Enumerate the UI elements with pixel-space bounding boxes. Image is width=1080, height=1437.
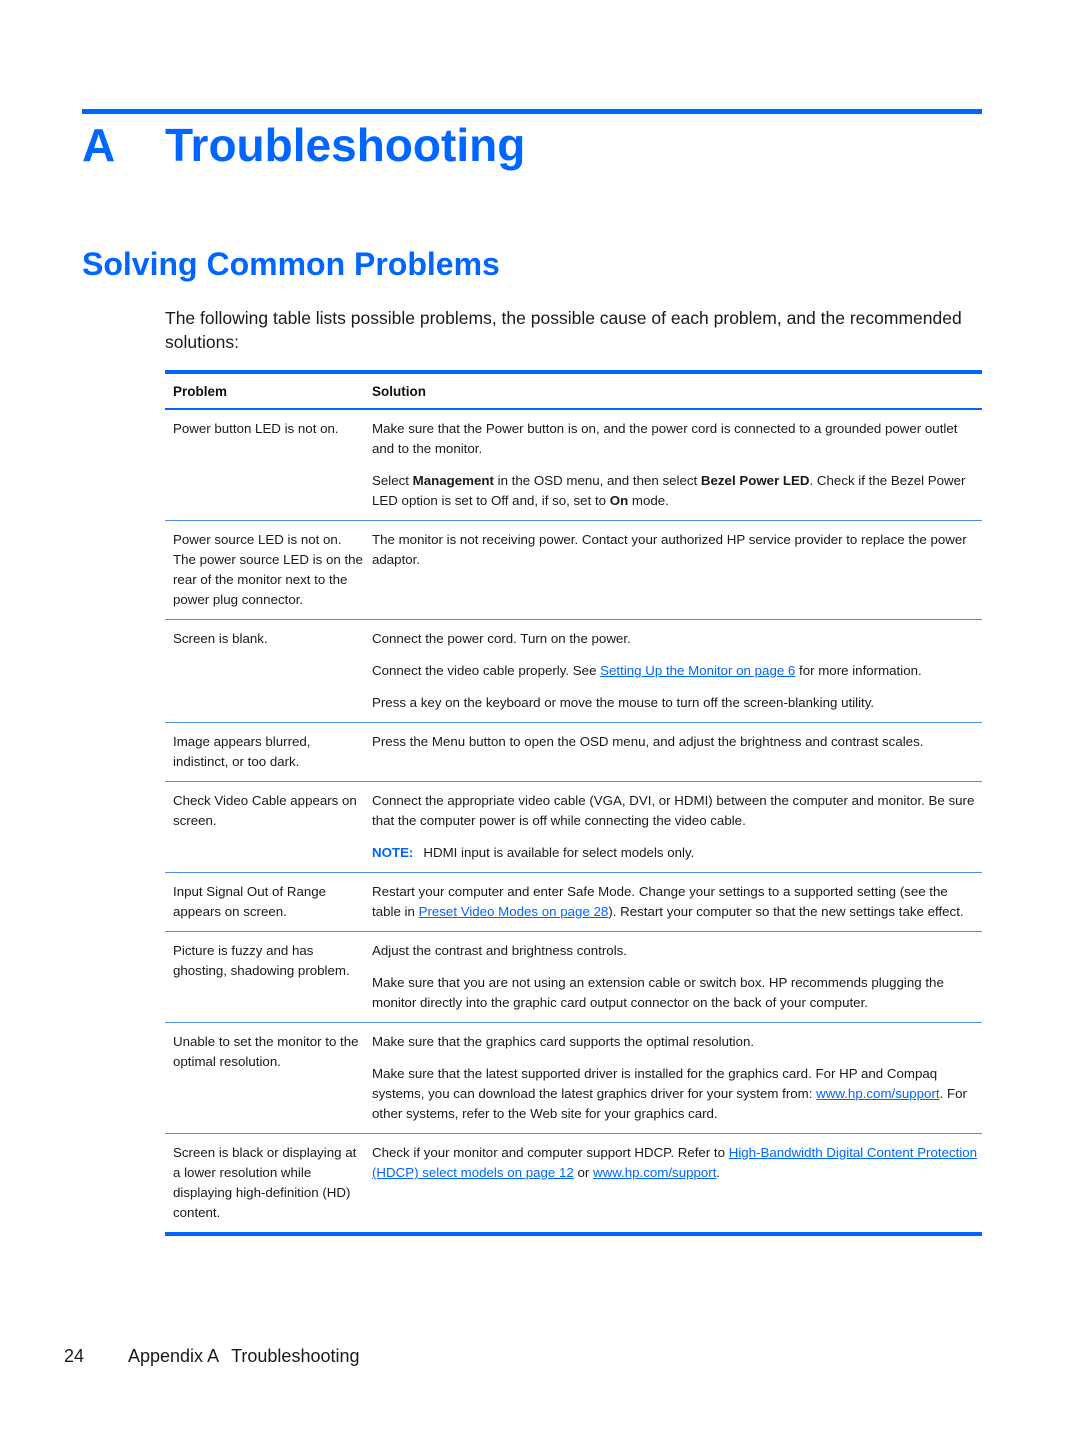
problem-cell: Screen is blank. (173, 631, 268, 646)
bold-term: On (609, 493, 629, 508)
problem-cell: Image appears blurred, indistinct, or to… (173, 734, 311, 769)
chapter-title-text: Troubleshooting (165, 119, 526, 171)
text-run: Connect the video cable properly. See (372, 663, 601, 678)
preset-video-modes-link[interactable]: Preset Video Modes on page 28 (419, 904, 609, 919)
solution-cell: Connect the power cord. Turn on the powe… (369, 629, 982, 713)
note-label: NOTE: (372, 845, 414, 860)
chapter-letter: A (82, 119, 116, 171)
solution-text: Check if your monitor and computer suppo… (372, 1143, 978, 1183)
solution-text: Press the Menu button to open the OSD me… (372, 734, 924, 749)
solution-text: Restart your computer and enter Safe Mod… (372, 882, 978, 922)
solution-text: Make sure that the graphics card support… (372, 1034, 755, 1049)
bold-term: Bezel Power LED (700, 473, 810, 488)
solution-text: Select Management in the OSD menu, and t… (372, 471, 978, 511)
setting-up-monitor-link[interactable]: Setting Up the Monitor on page 6 (600, 663, 795, 678)
problem-cell: Unable to set the monitor to the optimal… (173, 1034, 359, 1069)
page-number: 24 (64, 1346, 85, 1366)
solution-text: Make sure that the Power button is on, a… (372, 421, 958, 456)
solution-cell: Adjust the contrast and brightness contr… (369, 941, 982, 1013)
problem-cell: Screen is black or displaying at a lower… (173, 1145, 357, 1220)
table-header: Problem Solution (165, 374, 982, 410)
note: NOTE: HDMI input is available for select … (372, 843, 978, 863)
hp-support-link[interactable]: www.hp.com/support (593, 1165, 716, 1180)
table-row: Image appears blurred, indistinct, or to… (165, 723, 982, 782)
solution-text: Make sure that the latest supported driv… (372, 1064, 978, 1124)
solution-cell: Check if your monitor and computer suppo… (369, 1143, 982, 1223)
text-run: or (573, 1165, 593, 1180)
solution-text: Connect the power cord. Turn on the powe… (372, 631, 631, 646)
text-run: . (716, 1165, 721, 1180)
solution-cell: Make sure that the graphics card support… (369, 1032, 982, 1124)
problem-cell: Picture is fuzzy and has ghosting, shado… (173, 943, 350, 978)
text-run: Check if your monitor and computer suppo… (372, 1145, 729, 1160)
solution-cell: The monitor is not receiving power. Cont… (369, 530, 982, 610)
problem-cell: Input Signal Out of Range appears on scr… (173, 884, 327, 919)
chapter-title: A Troubleshooting (82, 118, 525, 172)
solution-cell: Press the Menu button to open the OSD me… (369, 732, 982, 772)
table-row: Power source LED is not on. The power so… (165, 521, 982, 620)
troubleshooting-table: Problem Solution Power button LED is not… (165, 370, 982, 1236)
solution-cell: Make sure that the Power button is on, a… (369, 419, 982, 511)
section-title: Solving Common Problems (82, 246, 500, 282)
problem-cell: Power source LED is not on. The power so… (173, 532, 363, 607)
text-run: in the OSD menu, and then select (493, 473, 701, 488)
note-text: HDMI input is available for select model… (423, 845, 695, 860)
solution-cell: Restart your computer and enter Safe Mod… (369, 882, 982, 922)
text-run: Select (372, 473, 413, 488)
table-row: Unable to set the monitor to the optimal… (165, 1023, 982, 1134)
table-row: Power button LED is not on. Make sure th… (165, 410, 982, 521)
header-problem: Problem (173, 383, 228, 399)
solution-text: Adjust the contrast and brightness contr… (372, 943, 627, 958)
solution-text: Connect the video cable properly. See Se… (372, 661, 978, 681)
footer-title: Troubleshooting (231, 1346, 360, 1366)
page-footer: 24 Appendix A Troubleshooting (64, 1346, 360, 1367)
text-run: mode. (628, 493, 669, 508)
header-solution: Solution (372, 383, 426, 399)
problem-cell: Check Video Cable appears on screen. (173, 793, 357, 828)
solution-text: Connect the appropriate video cable (VGA… (372, 793, 975, 828)
table-row: Check Video Cable appears on screen. Con… (165, 782, 982, 873)
footer-appendix: Appendix A (128, 1346, 220, 1366)
table-row: Input Signal Out of Range appears on scr… (165, 873, 982, 932)
intro-paragraph: The following table lists possible probl… (165, 308, 962, 352)
solution-text: Make sure that you are not using an exte… (372, 975, 944, 1010)
text-run: ). Restart your computer so that the new… (608, 904, 964, 919)
solution-cell: Connect the appropriate video cable (VGA… (369, 791, 982, 863)
table-row: Screen is blank. Connect the power cord.… (165, 620, 982, 723)
chapter-top-rule (82, 109, 982, 114)
problem-cell: Power button LED is not on. (173, 421, 339, 436)
hp-support-link[interactable]: www.hp.com/support (816, 1086, 939, 1101)
table-row: Screen is black or displaying at a lower… (165, 1134, 982, 1232)
table-row: Picture is fuzzy and has ghosting, shado… (165, 932, 982, 1023)
solution-text: Press a key on the keyboard or move the … (372, 695, 875, 710)
text-run: for more information. (795, 663, 922, 678)
bold-term: Management (412, 473, 494, 488)
solution-text: The monitor is not receiving power. Cont… (372, 532, 967, 567)
